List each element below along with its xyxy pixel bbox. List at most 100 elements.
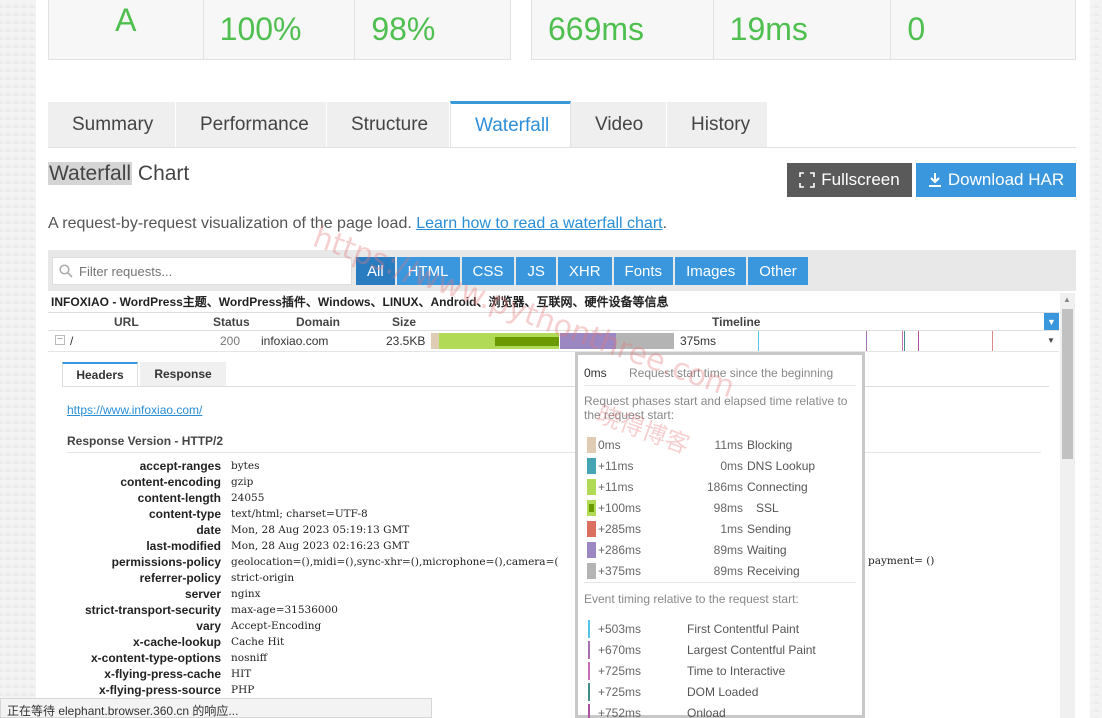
performance-score: 100%	[204, 0, 356, 59]
header-value: text/html; charset=UTF-8	[231, 508, 368, 520]
phase-start: 0ms	[598, 438, 621, 452]
expand-toggle[interactable]: −	[55, 335, 65, 345]
header-value: gzip	[231, 476, 254, 488]
phase-start: +285ms	[598, 522, 642, 536]
tooltip-start-time: 0ms	[584, 366, 607, 380]
header-value: 24055	[231, 492, 265, 504]
header-key: permissions-policy	[111, 555, 221, 569]
tab-video[interactable]: Video	[571, 102, 667, 148]
header-row: vary Accept-Encoding	[36, 619, 1016, 635]
header-value: nginx	[231, 588, 261, 600]
header-key: content-type	[149, 507, 221, 521]
col-size[interactable]: Size	[392, 315, 416, 329]
tab-waterfall[interactable]: Waterfall	[450, 101, 571, 148]
col-timeline[interactable]: Timeline	[712, 315, 760, 329]
filter-xhr[interactable]: XHR	[557, 257, 612, 285]
event-name: First Contentful Paint	[687, 622, 800, 636]
site-title: INFOXIAO - WordPress主题、WordPress插件、Windo…	[51, 295, 669, 309]
timeline-options-button[interactable]: ▼	[1044, 313, 1059, 330]
filter-js[interactable]: JS	[516, 257, 556, 285]
col-domain[interactable]: Domain	[296, 315, 340, 329]
event-line-domloaded	[904, 331, 905, 351]
vertical-scrollbar[interactable]: ▲	[1060, 293, 1075, 718]
scroll-up-icon[interactable]: ▲	[1063, 295, 1071, 304]
download-har-button[interactable]: Download HAR	[916, 163, 1076, 197]
tab-response[interactable]: Response	[140, 362, 226, 386]
phase-swatch	[587, 542, 596, 558]
header-row: content-encoding gzip	[36, 475, 1016, 491]
event-line-fcp	[758, 331, 759, 351]
header-key: referrer-policy	[139, 571, 221, 585]
permissions-tail: payment= ()	[868, 555, 935, 567]
header-row: content-length 24055	[36, 491, 1016, 507]
header-value: Mon, 28 Aug 2023 02:16:23 GMT	[231, 540, 410, 552]
phase-elapsed: 0ms	[720, 459, 743, 473]
phase-start: +286ms	[598, 543, 642, 557]
header-key: x-content-type-options	[91, 651, 221, 665]
chevron-down-icon: ▼	[1047, 316, 1056, 327]
phases-divider	[584, 582, 856, 583]
report-content: A 100% 98% 669ms 19ms 0 Summary Performa…	[36, 0, 1090, 718]
col-status[interactable]: Status	[213, 315, 250, 329]
event-marker	[588, 641, 590, 659]
phase-elapsed: 11ms	[714, 438, 743, 452]
event-name: DOM Loaded	[687, 685, 759, 699]
header-row: strict-transport-security max-age=3153600…	[36, 603, 1016, 619]
header-row: x-flying-press-cache HIT	[36, 667, 1016, 683]
header-row: x-flying-press-source PHP	[36, 683, 1016, 699]
request-domain: infoxiao.com	[261, 334, 329, 348]
header-row: last-modified Mon, 28 Aug 2023 02:16:23 G…	[36, 539, 1016, 555]
header-key: content-encoding	[120, 475, 221, 489]
request-size: 23.5KB	[386, 334, 426, 348]
event-time: +503ms	[598, 622, 642, 636]
event-time: +670ms	[598, 643, 642, 657]
tab-performance[interactable]: Performance	[176, 102, 327, 148]
phase-name: DNS Lookup	[747, 459, 816, 473]
event-time: +725ms	[598, 685, 642, 699]
header-key: date	[196, 523, 221, 537]
title-rest: Chart	[132, 162, 190, 185]
filter-requests-input[interactable]	[79, 263, 329, 279]
header-value: HIT	[231, 668, 252, 680]
phase-bar-blocking	[431, 333, 439, 349]
phase-row: +375ms 89ms Receiving	[584, 562, 856, 580]
filter-search	[52, 257, 352, 285]
event-row: +725ms Time to Interactive	[584, 662, 856, 680]
search-icon	[59, 264, 73, 278]
header-key: vary	[196, 619, 221, 633]
tab-summary[interactable]: Summary	[48, 102, 176, 148]
filter-bar: All HTML CSS JS XHR Fonts Images Other	[48, 250, 1076, 291]
tab-headers[interactable]: Headers	[62, 362, 138, 386]
filter-other[interactable]: Other	[748, 257, 808, 285]
fullscreen-button[interactable]: Fullscreen	[787, 163, 912, 197]
header-key: x-flying-press-source	[98, 683, 221, 697]
event-marker	[588, 620, 590, 638]
tab-history[interactable]: History	[667, 102, 768, 148]
phase-swatch	[587, 521, 596, 537]
request-full-url[interactable]: https://www.infoxiao.com/	[67, 403, 202, 417]
fullscreen-label: Fullscreen	[821, 170, 900, 189]
tab-structure[interactable]: Structure	[327, 102, 450, 148]
phase-swatch	[587, 437, 596, 453]
header-value: Cache Hit	[231, 636, 285, 648]
learn-waterfall-link[interactable]: Learn how to read a waterfall chart	[416, 215, 662, 232]
score-card-left: A 100% 98%	[48, 0, 511, 60]
event-time: +725ms	[598, 664, 642, 678]
cls-value: 0	[907, 11, 926, 47]
filter-images[interactable]: Images	[675, 257, 747, 285]
header-row: accept-ranges bytes	[36, 459, 1016, 475]
phase-elapsed: 89ms	[713, 564, 743, 578]
phase-name: Sending	[747, 522, 792, 536]
row-chevron-icon[interactable]: ▼	[1047, 336, 1055, 345]
phase-name: Waiting	[747, 543, 787, 557]
header-value: Mon, 28 Aug 2023 05:19:13 GMT	[231, 524, 410, 536]
header-row: referrer-policy strict-origin	[36, 571, 1016, 587]
filter-fonts[interactable]: Fonts	[613, 257, 674, 285]
event-row: +725ms DOM Loaded	[584, 683, 856, 701]
scrollbar-thumb[interactable]	[1062, 309, 1073, 459]
col-url[interactable]: URL	[114, 315, 139, 329]
header-value: nosniff	[231, 652, 268, 664]
header-key: accept-ranges	[139, 459, 221, 473]
event-row: +752ms Onload	[584, 704, 856, 718]
phase-row: +285ms 1ms Sending	[584, 520, 856, 538]
